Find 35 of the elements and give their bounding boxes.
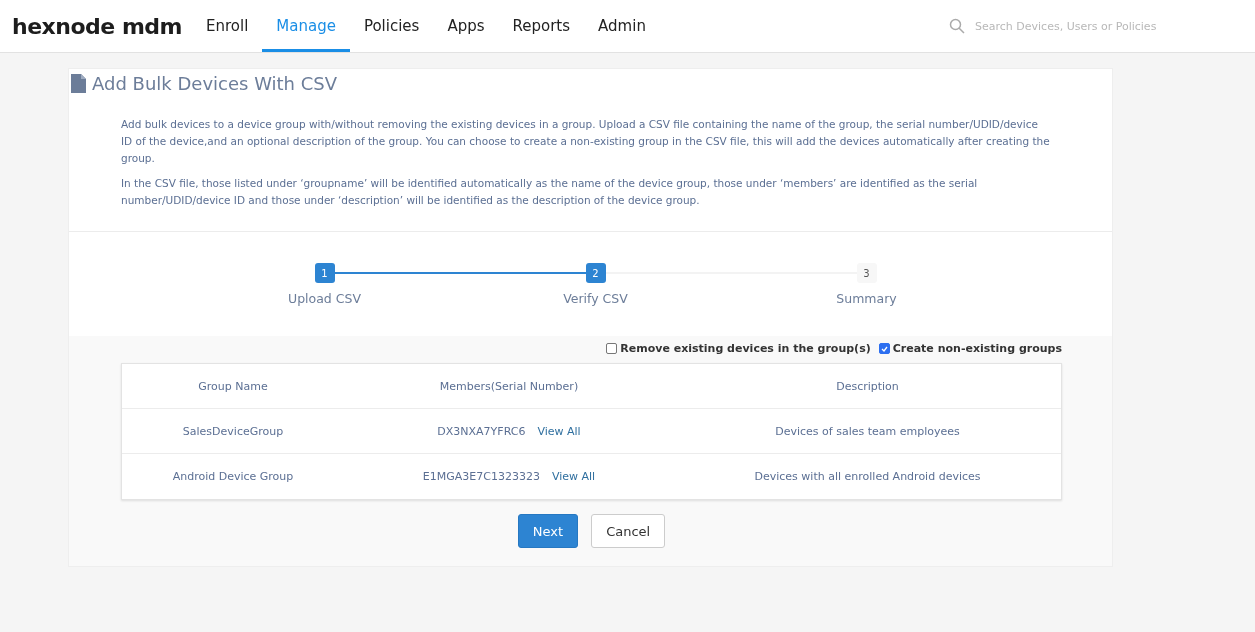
checkbox-label: Create non-existing groups bbox=[892, 342, 1062, 355]
search-icon bbox=[949, 18, 965, 34]
column-header: Members(Serial Number) bbox=[439, 379, 579, 393]
step-number: 1 bbox=[314, 263, 335, 283]
view-all-link[interactable]: View All bbox=[551, 470, 596, 483]
description-text: Add bulk devices to a device group with/without removing the existing devices in a group. Upload a CSV file containing the name of the group, the serial number/UDID/device ID of the device,and an optional description of the group. You can choose to create a non-existing group in the CSV file, this will add the devices automatically after creating the group. bbox=[121, 117, 1051, 166]
step-label: Upload CSV bbox=[288, 291, 361, 306]
table-cell: Devices of sales team employees bbox=[775, 424, 960, 438]
table-cell: Devices with all enrolled Android devices bbox=[754, 470, 981, 483]
view-all-link[interactable]: View All bbox=[537, 424, 581, 438]
nav-tab[interactable]: Admin bbox=[584, 0, 660, 52]
table-cell: DX3NXA7YFRC6 bbox=[437, 424, 526, 438]
brand-logo: hexnode mdm bbox=[12, 12, 182, 41]
column-header: Group Name bbox=[198, 379, 268, 393]
checkbox-label: Remove existing devices in the group(s) bbox=[620, 342, 871, 355]
table-cell: E1MGA3E7C1323323 bbox=[422, 470, 540, 483]
step-number: 2 bbox=[585, 263, 606, 283]
column-header: Description bbox=[836, 379, 899, 393]
checkbox[interactable] bbox=[878, 343, 890, 354]
checkbox[interactable] bbox=[606, 343, 618, 354]
step-label: Summary bbox=[836, 291, 897, 306]
table-cell: SalesDeviceGroup bbox=[182, 424, 284, 438]
document-icon bbox=[71, 74, 86, 93]
nav-tab[interactable]: Reports bbox=[498, 0, 585, 52]
description-text: In the CSV file, those listed under ‘groupname’ will be identified automatically as the name of the device group, those under ‘members’ are identified as the serial number/UDID/device ID and those under ‘description’ will be identified as the description of the device group. bbox=[121, 176, 979, 208]
nav-tab[interactable]: Manage bbox=[262, 0, 350, 52]
step-label: Verify CSV bbox=[563, 291, 628, 306]
table-cell: Android Device Group bbox=[172, 470, 294, 483]
nav-tab[interactable]: Apps bbox=[433, 0, 499, 52]
cancel-button[interactable]: Cancel bbox=[591, 514, 666, 548]
step-number: 3 bbox=[856, 263, 877, 283]
page-title: Add Bulk Devices With CSV bbox=[92, 73, 338, 94]
next-button[interactable]: Next bbox=[517, 514, 579, 548]
nav-tab[interactable]: Enroll bbox=[192, 0, 263, 52]
nav-tab[interactable]: Policies bbox=[349, 0, 434, 52]
